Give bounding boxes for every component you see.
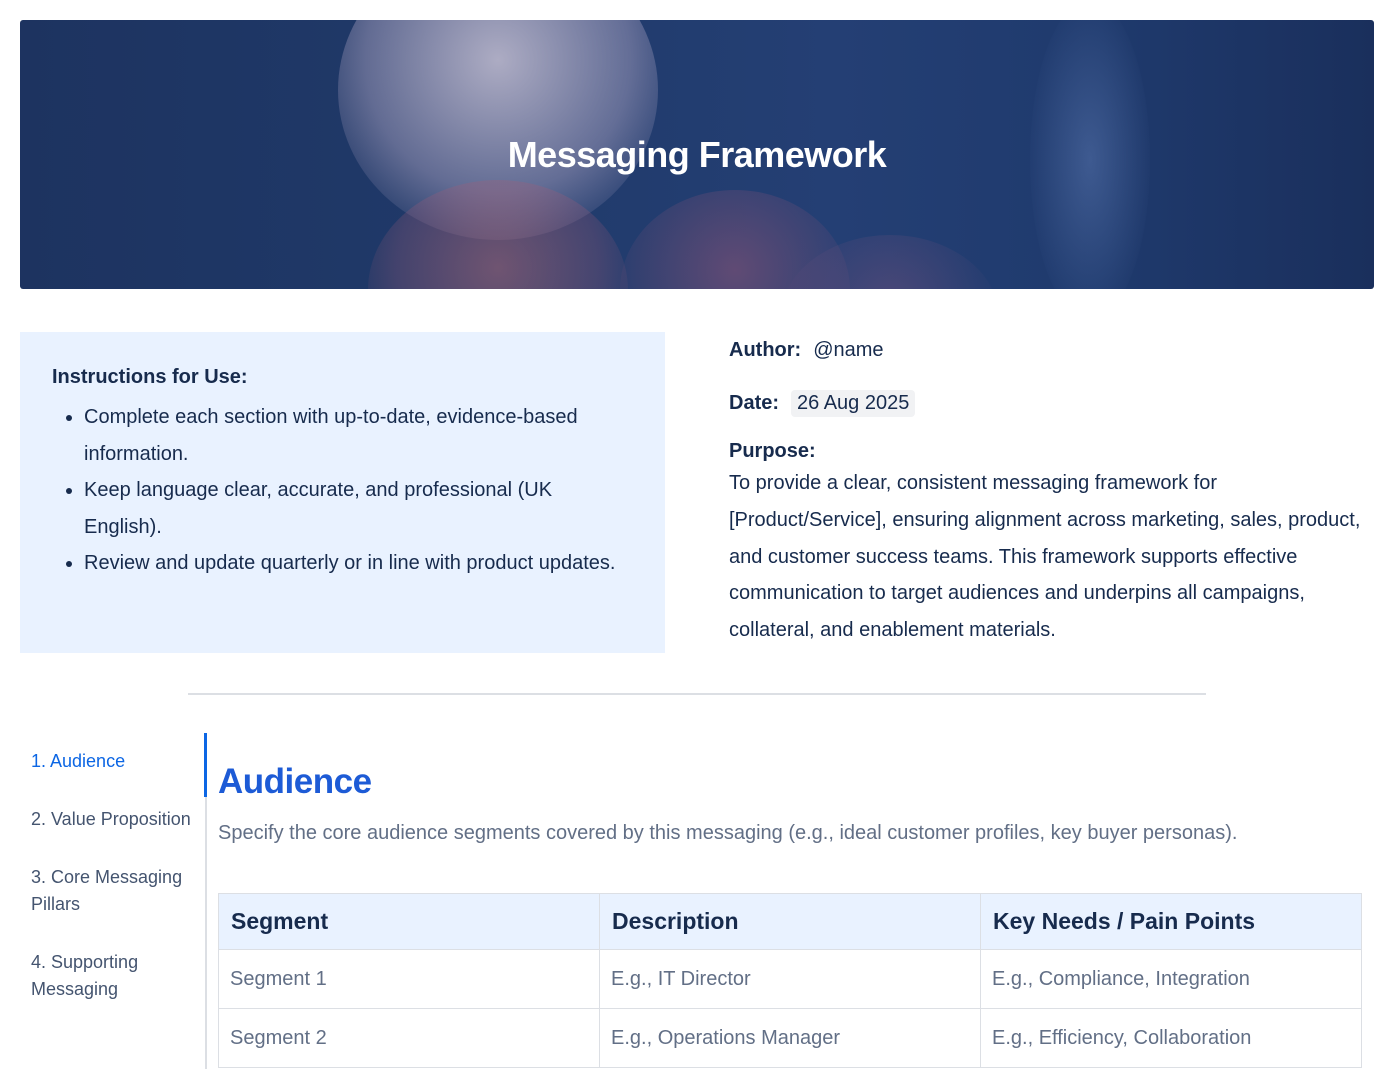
table-cell[interactable]: E.g., Operations Manager: [599, 1008, 981, 1068]
table-row: Segment 1 E.g., IT Director E.g., Compli…: [218, 949, 1362, 1009]
list-item: Review and update quarterly or in line w…: [66, 545, 633, 582]
author-row: Author: @name: [729, 334, 1369, 366]
author-label: Author:: [729, 338, 802, 361]
toc-item-audience[interactable]: 1. Audience: [31, 748, 201, 775]
table-header-row: Segment Description Key Needs / Pain Poi…: [218, 893, 1362, 950]
instructions-heading: Instructions for Use:: [52, 366, 248, 388]
toc-item-core-messaging-pillars[interactable]: 3. Core Messaging Pillars: [31, 864, 201, 918]
toc-active-indicator: [204, 733, 207, 797]
column-header-description[interactable]: Description: [599, 893, 981, 950]
date-row: Date: 26 Aug 2025: [729, 387, 1369, 419]
table-cell[interactable]: E.g., IT Director: [599, 949, 981, 1009]
list-item: Complete each section with up-to-date, e…: [66, 399, 633, 472]
table-of-contents: 1. Audience 2. Value Proposition 3. Core…: [31, 748, 201, 1003]
section-description: Specify the core audience segments cover…: [218, 822, 1238, 844]
toc-item-supporting-messaging[interactable]: 4. Supporting Messaging: [31, 949, 201, 1003]
header-banner: Messaging Framework: [20, 20, 1374, 289]
purpose-text: To provide a clear, consistent messaging…: [729, 472, 1361, 642]
list-item: Keep language clear, accurate, and profe…: [66, 472, 633, 545]
column-header-key-needs[interactable]: Key Needs / Pain Points: [980, 893, 1362, 950]
toc-item-value-proposition[interactable]: 2. Value Proposition: [31, 806, 201, 833]
audience-section: Audience Specify the core audience segme…: [218, 762, 1363, 845]
date-label: Date:: [729, 391, 780, 414]
purpose-label: Purpose:: [729, 440, 816, 462]
instructions-panel: Instructions for Use: Complete each sect…: [20, 332, 665, 653]
document-meta: Author: @name Date: 26 Aug 2025 Purpose:…: [729, 334, 1369, 649]
page-title: Messaging Framework: [507, 134, 887, 175]
section-heading: Audience: [218, 762, 372, 801]
column-header-segment[interactable]: Segment: [218, 893, 600, 950]
section-divider: [188, 693, 1206, 695]
date-lozenge[interactable]: 26 Aug 2025: [791, 389, 916, 417]
table-row: Segment 2 E.g., Operations Manager E.g.,…: [218, 1008, 1362, 1068]
author-mention[interactable]: @name: [813, 339, 883, 362]
table-cell[interactable]: Segment 1: [218, 949, 600, 1009]
confluence-page: Messaging Framework Instructions for Use…: [0, 0, 1400, 1069]
table-cell[interactable]: E.g., Efficiency, Collaboration: [980, 1008, 1362, 1068]
table-cell[interactable]: E.g., Compliance, Integration: [980, 949, 1362, 1009]
audience-table: Segment Description Key Needs / Pain Poi…: [218, 893, 1362, 1068]
table-cell[interactable]: Segment 2: [218, 1008, 600, 1068]
instructions-list: Complete each section with up-to-date, e…: [52, 399, 633, 582]
